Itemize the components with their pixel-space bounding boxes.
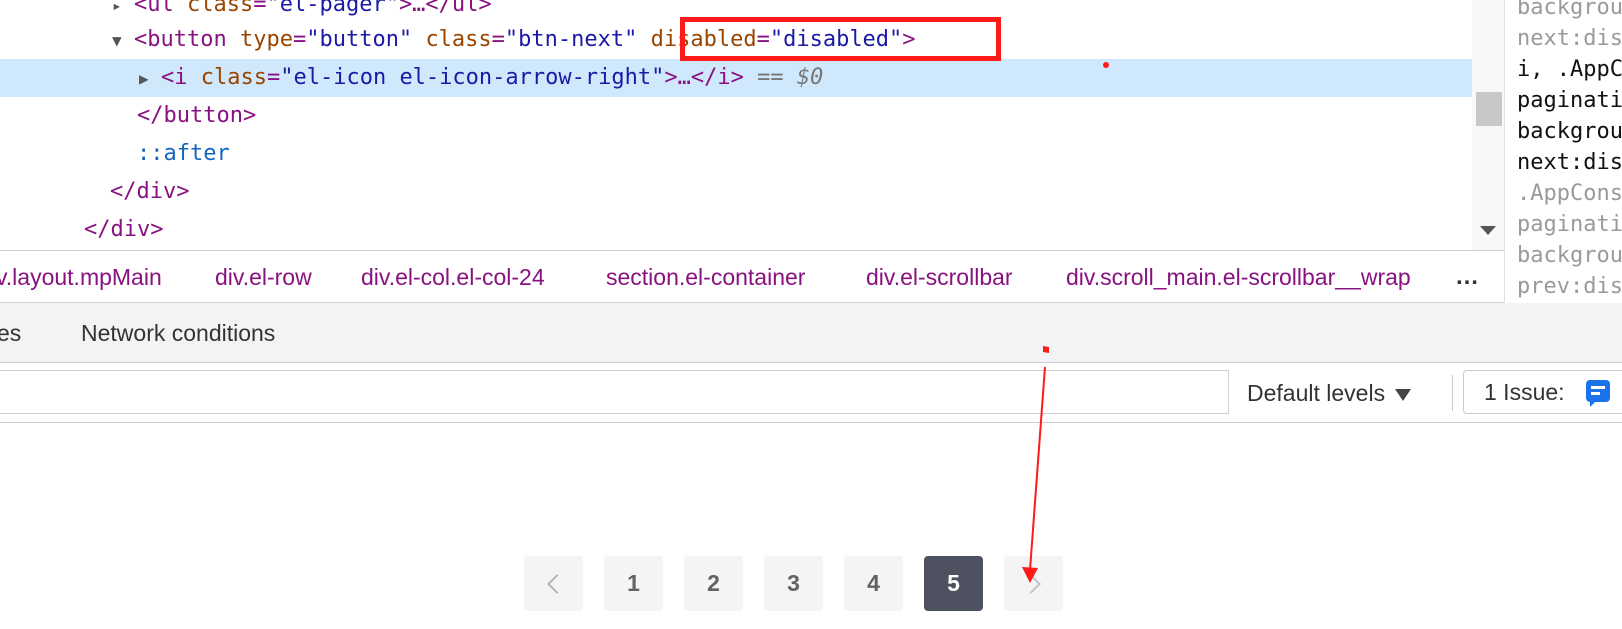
dom-node-i-icon-selected[interactable]: ▶ <i class="el-icon el-icon-arrow-right">… xyxy=(0,59,1472,97)
scroll-down-arrow-icon[interactable] xyxy=(1480,226,1496,235)
breadcrumb-item[interactable]: section.el-container xyxy=(606,251,805,302)
console-toolbar: Default levels 1 Issue: xyxy=(0,363,1622,423)
tag-name: i xyxy=(174,65,188,90)
collapse-triangle-icon[interactable]: ▼ xyxy=(112,22,134,60)
attr-eq: = xyxy=(253,0,267,17)
tag-open: < xyxy=(161,65,175,90)
message-icon xyxy=(1586,380,1610,407)
page-button-4[interactable]: 4 xyxy=(844,556,903,611)
style-line: next:dis xyxy=(1517,26,1622,51)
attr-name: type xyxy=(239,27,293,52)
style-line: backgrou xyxy=(1517,243,1622,268)
caret-down-icon xyxy=(1395,388,1412,401)
tab-partial[interactable]: es xyxy=(0,303,21,363)
style-line: i, .AppC xyxy=(1517,57,1622,82)
breadcrumb-item[interactable]: div.el-scrollbar xyxy=(866,251,1013,302)
annotation-highlight-box xyxy=(680,17,1001,61)
tag-open: < xyxy=(134,27,148,52)
elements-scrollbar[interactable] xyxy=(1472,0,1504,250)
pagination: 1 2 3 4 5 xyxy=(0,509,1622,629)
dom-node-pseudo-after[interactable]: ::after xyxy=(137,135,230,173)
attr-value: "button" xyxy=(306,27,413,52)
attr-name: class xyxy=(200,65,267,90)
prev-page-button[interactable] xyxy=(524,556,583,611)
tag-name: ul xyxy=(147,0,174,17)
style-line: backgrou xyxy=(1517,119,1622,144)
more-options-icon[interactable]: … xyxy=(1455,251,1479,302)
scrollbar-thumb[interactable] xyxy=(1476,92,1502,126)
dom-node-button-close[interactable]: </button> xyxy=(137,97,256,135)
style-line: .AppCons xyxy=(1517,181,1622,206)
pseudo-element: ::after xyxy=(137,141,230,166)
style-line: next:dis xyxy=(1517,150,1622,175)
breadcrumb-item[interactable]: div.el-col.el-col-24 xyxy=(361,251,545,302)
page-button-1[interactable]: 1 xyxy=(604,556,663,611)
attr-value: "el-pager" xyxy=(266,0,399,17)
elements-panel: ▸ <ul class="el-pager">…</ul> ▼ <button ty… xyxy=(0,0,1472,250)
tab-network-conditions[interactable]: Network conditions xyxy=(81,303,275,363)
page-button-2[interactable]: 2 xyxy=(684,556,743,611)
console-output xyxy=(0,423,1622,511)
next-page-button[interactable] xyxy=(1004,556,1063,611)
attr-name: class xyxy=(425,27,492,52)
closing-tag: </div> xyxy=(84,217,164,242)
attr-value: "btn-next" xyxy=(504,27,638,52)
issues-label: 1 Issue: xyxy=(1484,379,1565,405)
tag-rest: >…</ul> xyxy=(398,0,492,17)
page-button-5-active[interactable]: 5 xyxy=(924,556,983,611)
dom-node-div-close[interactable]: </div> xyxy=(110,173,189,211)
chevron-left-icon xyxy=(546,574,567,594)
page-button-3[interactable]: 3 xyxy=(764,556,823,611)
breadcrumb-item[interactable]: v.layout.mpMain xyxy=(0,251,162,302)
attr-name: class xyxy=(187,0,254,17)
selected-node-marker: == $0 xyxy=(757,65,824,90)
drawer-tab-bar: es Network conditions xyxy=(0,303,1622,363)
tag-open: < xyxy=(134,0,148,17)
breadcrumb-item[interactable]: div.el-row xyxy=(215,251,312,302)
toolbar-divider xyxy=(1452,375,1453,411)
tag-rest: >…</i> xyxy=(664,65,744,90)
expand-triangle-icon[interactable]: ▶ xyxy=(139,60,161,98)
style-line: prev:dis xyxy=(1517,274,1622,299)
default-levels-dropdown[interactable]: Default levels xyxy=(1247,363,1412,423)
console-filter-input[interactable] xyxy=(0,370,1229,414)
breadcrumb: v.layout.mpMain div.el-row div.el-col.el… xyxy=(0,250,1504,303)
issues-button[interactable]: 1 Issue: xyxy=(1463,370,1622,414)
attr-value: "el-icon el-icon-arrow-right" xyxy=(280,65,665,90)
closing-tag: </div> xyxy=(110,179,190,204)
styles-pane: backgrou next:dis i, .AppC paginati back… xyxy=(1504,0,1622,303)
style-line: paginati xyxy=(1517,88,1622,113)
breadcrumb-item[interactable]: div.scroll_main.el-scrollbar__wrap xyxy=(1066,251,1443,302)
chevron-right-icon xyxy=(1020,574,1041,594)
closing-tag: </button> xyxy=(137,103,257,128)
levels-label: Default levels xyxy=(1247,380,1386,406)
dom-node-div-close[interactable]: </div> xyxy=(84,211,163,249)
style-line: paginati xyxy=(1517,212,1622,237)
tag-name: button xyxy=(147,27,227,52)
annotation-dot xyxy=(1103,62,1109,68)
style-line: backgrou xyxy=(1517,0,1622,20)
